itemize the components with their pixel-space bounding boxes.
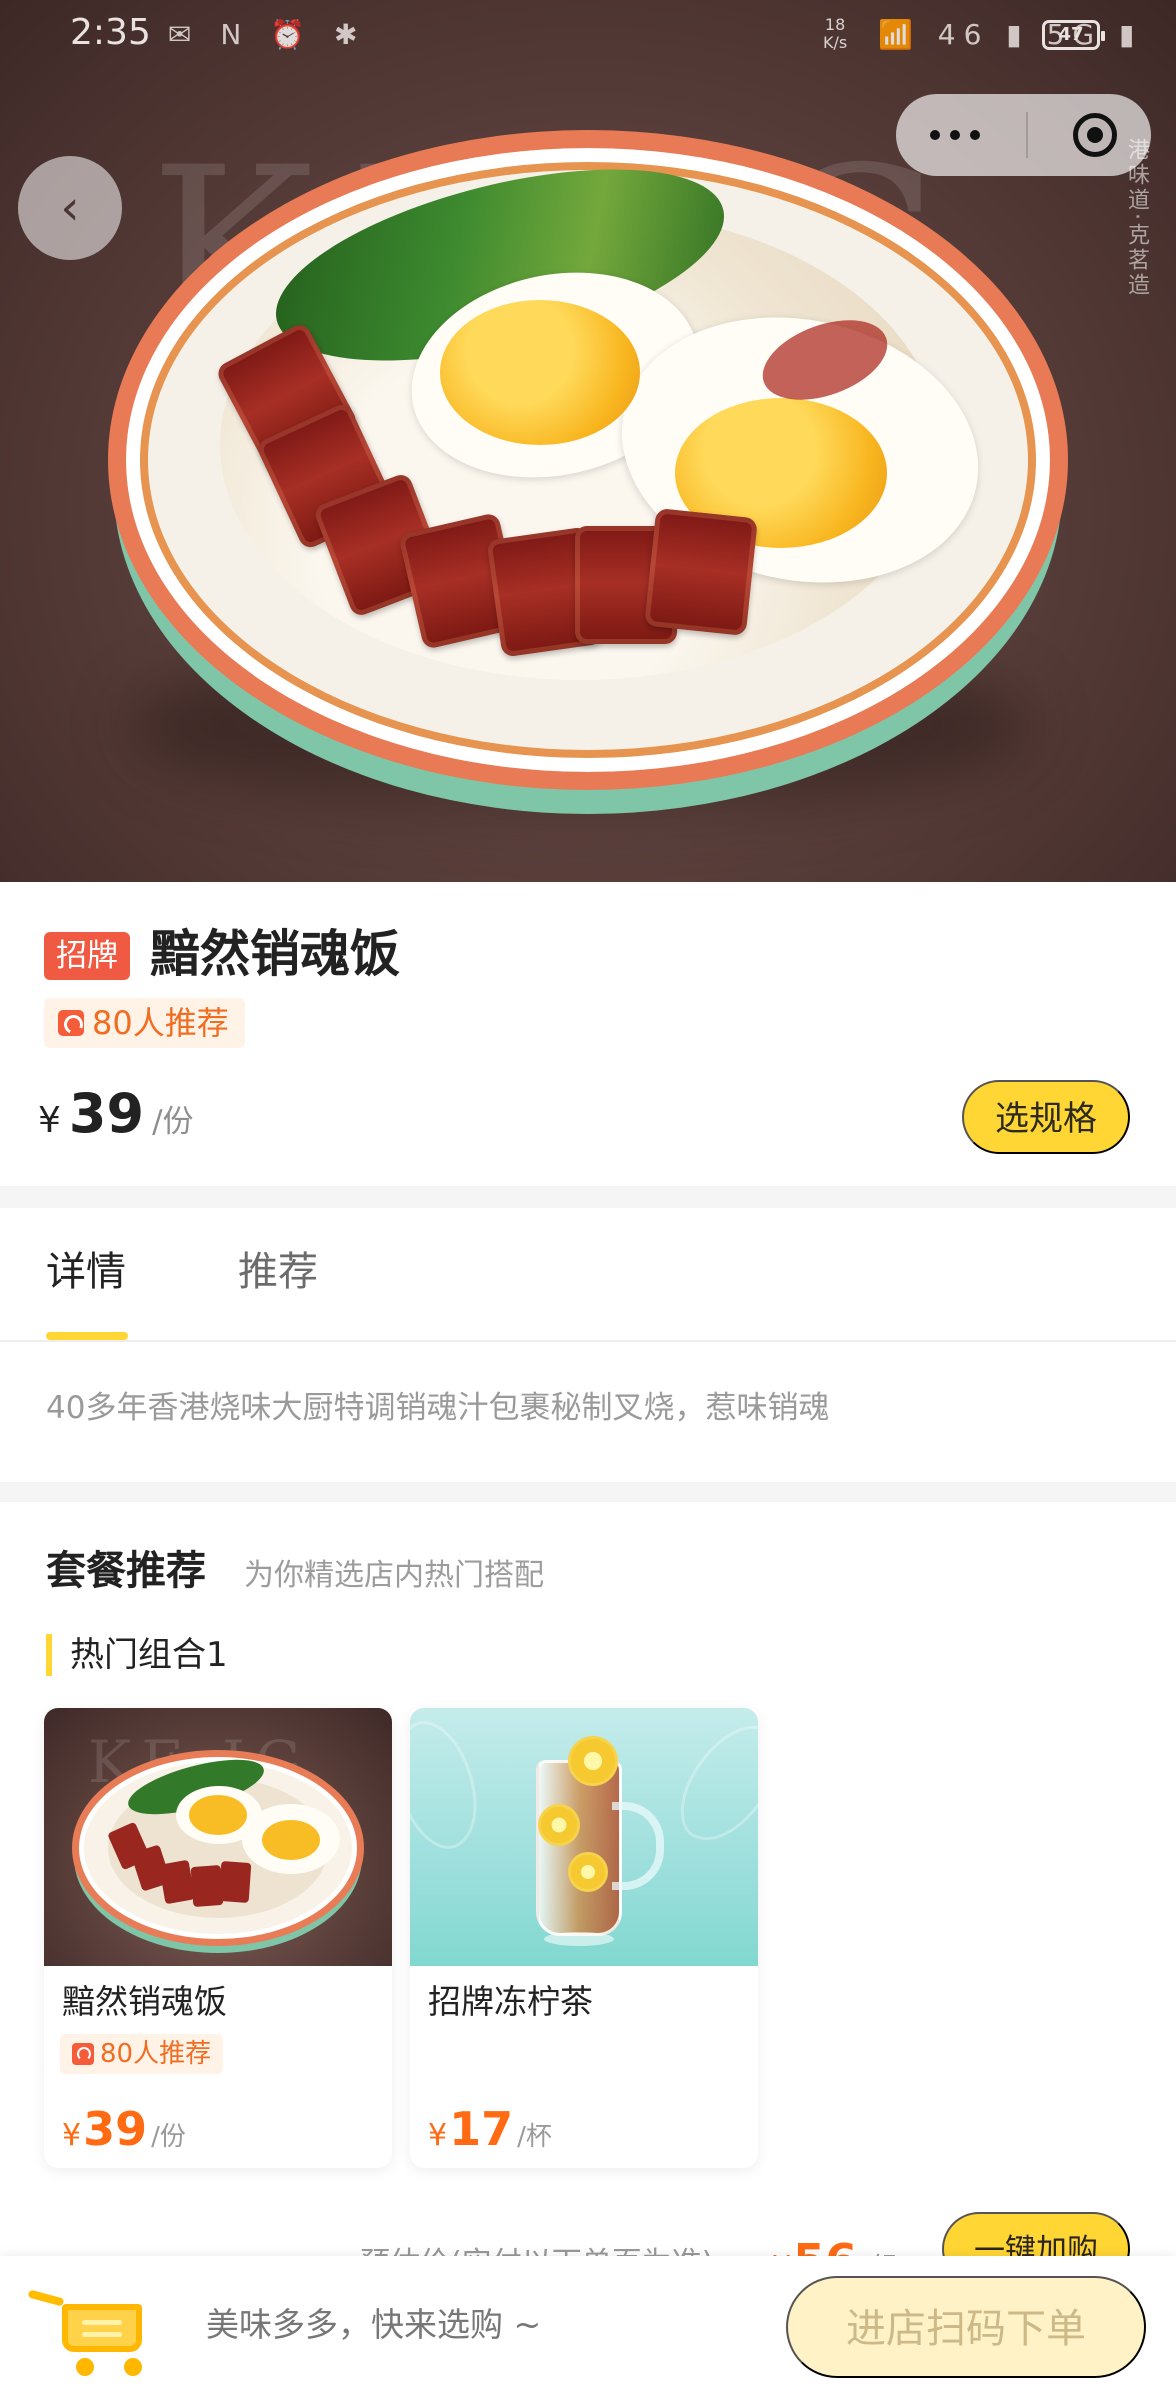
hero-image: KE IG 港味道·克茗造 2:35 ✉ N ⏰ ✱ 18 K/s 📶 46 ▮…	[0, 0, 1176, 882]
currency-symbol: ¥	[428, 2118, 448, 2153]
mini-char-siu	[190, 1865, 224, 1907]
lemon-slice	[568, 1852, 608, 1892]
recommend-icon	[72, 2043, 94, 2065]
combo-recommend-count: 80人推荐	[100, 2039, 212, 2069]
detail-tabs: 详情 推荐	[0, 1208, 1176, 1342]
recommend-count: 80人推荐	[92, 1004, 229, 1042]
package-title: 套餐推荐	[46, 1548, 206, 1594]
rice-bowl-image: KE IG	[44, 1708, 392, 1966]
signature-badge: 招牌	[44, 932, 130, 980]
combo-item-price: ¥ 17 /杯	[428, 2102, 552, 2156]
product-price: ¥ 39 /份	[38, 1082, 194, 1145]
cart-hint: 美味多多，快来选购 ~	[206, 2305, 542, 2344]
combo-price-value: 39	[83, 2102, 148, 2156]
battery-icon: 47	[1042, 20, 1105, 50]
combo-price-value: 17	[449, 2102, 514, 2156]
mini-char-siu	[218, 1861, 252, 1903]
mini-program-capsule	[896, 94, 1151, 176]
egg-yolk-left	[440, 300, 640, 445]
lemon-slice	[568, 1736, 618, 1786]
combo-price-unit: /份	[151, 2122, 186, 2152]
lemon-slice	[538, 1804, 580, 1846]
select-spec-button[interactable]: 选规格	[962, 1080, 1130, 1154]
active-tab-underline	[46, 1332, 128, 1340]
network-speed: 18 K/s	[823, 16, 847, 52]
more-dots-icon[interactable]	[930, 129, 980, 141]
lemon-tea-image	[410, 1708, 758, 1966]
cart-basket	[62, 2304, 142, 2352]
chevron-left-icon: ‹	[60, 180, 80, 236]
tea-glass	[536, 1760, 622, 1936]
product-details: 40多年香港烧味大厨特调销魂汁包裹秘制叉烧，惹味销魂	[0, 1342, 1176, 1482]
glass-base	[544, 1932, 614, 1946]
recommend-badge: 80人推荐	[44, 998, 245, 1048]
cart-bar: 美味多多，快来选购 ~ 进店扫码下单	[0, 2256, 1176, 2400]
status-time: 2:35	[70, 12, 151, 53]
capsule-divider	[1025, 112, 1028, 158]
combo-label: 热门组合1	[46, 1634, 228, 1676]
mini-yolk	[189, 1795, 247, 1835]
leaf-pattern	[410, 1710, 498, 1860]
status-bar: 2:35 ✉ N ⏰ ✱ 18 K/s 📶 46 ▮ 5G ▮ 47	[0, 0, 1176, 74]
combo-item-rice[interactable]: KE IG 黯然销魂饭 80人推荐 ¥ 39	[44, 1708, 392, 2168]
product-info: 招牌 黯然销魂饭 80人推荐 ¥ 39 /份 选规格	[0, 882, 1176, 1186]
combo-price-unit: /杯	[517, 2122, 552, 2152]
product-title: 黯然销魂饭	[150, 925, 400, 983]
price-value: 39	[68, 1082, 145, 1145]
detail-description: 40多年香港烧味大厨特调销魂汁包裹秘制叉烧，惹味销魂	[46, 1390, 830, 1426]
tab-recommend[interactable]: 推荐	[238, 1246, 318, 1298]
network-speed-value: 18	[824, 15, 846, 34]
glass-handle	[612, 1802, 664, 1890]
back-button[interactable]: ‹	[18, 156, 122, 260]
char-siu-slice	[644, 507, 758, 637]
product-detail-page: KE IG 港味道·克茗造 2:35 ✉ N ⏰ ✱ 18 K/s 📶 46 ▮…	[0, 0, 1176, 2400]
price-unit: /份	[152, 1104, 194, 1140]
package-subtitle: 为你精选店内热门搭配	[244, 1558, 544, 1593]
mini-yolk	[262, 1820, 320, 1860]
scan-order-button[interactable]: 进店扫码下单	[786, 2276, 1146, 2378]
cart-wheel	[124, 2358, 142, 2376]
combo-item-title: 招牌冻柠茶	[428, 1982, 593, 2021]
recommend-icon	[58, 1010, 84, 1036]
cart-handle	[27, 2289, 65, 2307]
target-icon[interactable]	[1073, 113, 1117, 157]
currency-symbol: ¥	[38, 1100, 61, 1141]
network-speed-unit: K/s	[823, 33, 848, 52]
combo-item-price: ¥ 39 /份	[62, 2102, 186, 2156]
leaf-pattern	[665, 1708, 758, 1859]
combo-item-tea[interactable]: 招牌冻柠茶 ¥ 17 /杯	[410, 1708, 758, 2168]
combo-item-title: 黯然销魂饭	[62, 1982, 227, 2021]
tab-details[interactable]: 详情	[46, 1246, 126, 1298]
shopping-cart-icon[interactable]	[27, 2282, 162, 2382]
currency-symbol: ¥	[62, 2118, 82, 2153]
notification-icons: ✉ N ⏰ ✱	[168, 18, 368, 51]
combo-recommend-badge: 80人推荐	[60, 2034, 224, 2074]
cart-wheel	[76, 2358, 94, 2376]
